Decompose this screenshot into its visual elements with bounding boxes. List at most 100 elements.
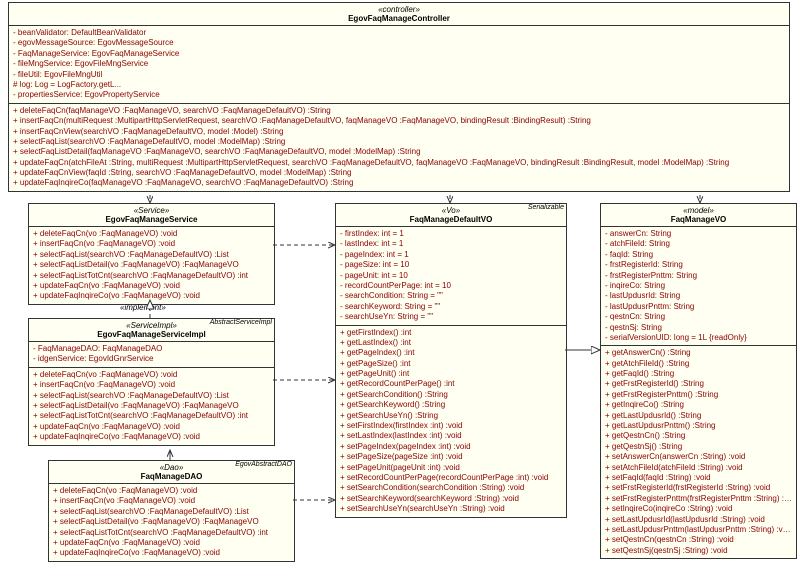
class-name: FaqManageVO bbox=[671, 215, 727, 224]
member: getLastUpdusrPnttm() :String bbox=[605, 421, 792, 431]
member: setQestnCn(qestnCn :String) :void bbox=[605, 535, 792, 545]
class-dao: EgovAbstractDAO «Dao»FaqManageDAO delete… bbox=[48, 460, 295, 562]
member: lastUpdusrId: String bbox=[605, 291, 792, 301]
member: updateFaqCn(vo :FaqManageVO) :void bbox=[53, 538, 290, 548]
member: getSearchCondition() :String bbox=[340, 390, 562, 400]
member: selectFaqList(searchVO :FaqManageDefault… bbox=[33, 391, 270, 401]
member: setPageIndex(pageIndex :int) :void bbox=[340, 442, 562, 452]
member: getAtchFileId() :String bbox=[605, 359, 792, 369]
stereotype: «ServiceImpl» bbox=[126, 321, 177, 330]
member: getPageUnit() :int bbox=[340, 369, 562, 379]
member: deleteFaqCn(vo :FaqManageVO) :void bbox=[33, 370, 270, 380]
member: setSearchCondition(searchCondition :Stri… bbox=[340, 483, 562, 493]
member: idgenService: EgovIdGnrService bbox=[33, 354, 270, 364]
member: selectFaqListDetail(vo :FaqManageVO) :Fa… bbox=[33, 401, 270, 411]
member: setLastIndex(lastIndex :int) :void bbox=[340, 431, 562, 441]
ops-section: getFirstIndex() :intgetLastIndex() :int g… bbox=[336, 326, 566, 517]
class-name: EgovFaqManageController bbox=[348, 14, 450, 23]
attrs-section: FaqManageDAO: FaqManageDAOidgenService: … bbox=[29, 342, 274, 368]
member: updateFaqCn(atchFileAt :String, multiReq… bbox=[13, 158, 785, 168]
member: updateFaqInqireCo(vo :FaqManageVO) :void bbox=[33, 291, 270, 301]
member: beanValidator: DefaultBeanValidator bbox=[13, 28, 785, 38]
member: getFaqId() :String bbox=[605, 369, 792, 379]
member: selectFaqList(searchVO :FaqManageDefault… bbox=[33, 250, 270, 260]
member: lastUpdusrPnttm: String bbox=[605, 302, 792, 312]
member: getQestnSj() :String bbox=[605, 442, 792, 452]
member: getPageSize() :int bbox=[340, 359, 562, 369]
member: searchUseYn: String = "" bbox=[340, 312, 562, 322]
ops-section: deleteFaqCn(vo :FaqManageVO) :voidinsert… bbox=[49, 484, 294, 561]
member: deleteFaqCn(faqManageVO :FaqManageVO, se… bbox=[13, 106, 785, 116]
member: updateFaqCnView(faqId :String, searchVO … bbox=[13, 168, 785, 178]
class-name: FaqManageDefaultVO bbox=[410, 215, 493, 224]
implement-label: «implement» bbox=[120, 303, 166, 312]
interface-label: AbstractServiceImpl bbox=[207, 318, 275, 327]
member: insertFaqCn(vo :FaqManageVO) :void bbox=[53, 496, 290, 506]
member: atchFileId: String bbox=[605, 239, 792, 249]
member: setSearchKeyword(searchKeyword :String) … bbox=[340, 494, 562, 504]
stereotype: «Dao» bbox=[160, 463, 184, 472]
class-name: EgovFaqManageServiceImpl bbox=[97, 330, 205, 339]
member: getLastUpdusrId() :String bbox=[605, 411, 792, 421]
member: frstRegisterId: String bbox=[605, 260, 792, 270]
member: setSearchUseYn(searchUseYn :String) :voi… bbox=[340, 504, 562, 514]
class-vo: Serializable «Vo»FaqManageDefaultVO firs… bbox=[335, 203, 567, 518]
member: FaqManageDAO: FaqManageDAO bbox=[33, 344, 270, 354]
member: getAnswerCn() :String bbox=[605, 348, 792, 358]
member: serialVersionUID: long = 1L {readOnly} bbox=[605, 333, 792, 343]
member: searchCondition: String = "" bbox=[340, 291, 562, 301]
member: getQestnCn() :String bbox=[605, 431, 792, 441]
member: updateFaqInqireCo(faqManageVO :FaqManage… bbox=[13, 178, 785, 188]
member: propertiesService: EgovPropertyService bbox=[13, 90, 785, 100]
member: setRecordCountPerPage(recordCountPerPage… bbox=[340, 473, 562, 483]
member: deleteFaqCn(vo :FaqManageVO) :void bbox=[53, 486, 290, 496]
member: setAtchFileId(atchFileId :String) :void bbox=[605, 463, 792, 473]
member: getRecordCountPerPage() :int bbox=[340, 379, 562, 389]
class-controller: «controller»EgovFaqManageController bean… bbox=[8, 2, 790, 192]
member: setFrstRegisterPnttm(frstRegisterPnttm :… bbox=[605, 494, 792, 504]
member: insertFaqCn(vo :FaqManageVO) :void bbox=[33, 239, 270, 249]
member: selectFaqListTotCnt(searchVO :FaqManageD… bbox=[33, 411, 270, 421]
class-service: «Service»EgovFaqManageService deleteFaqC… bbox=[28, 203, 275, 305]
member: pageSize: int = 10 bbox=[340, 260, 562, 270]
class-model: «model»FaqManageVO answerCn: StringatchF… bbox=[600, 203, 797, 559]
member: log: Log = LogFactory.getL... bbox=[13, 80, 785, 90]
interface-label: Serializable bbox=[525, 203, 567, 212]
stereotype: «model» bbox=[683, 206, 714, 215]
ops-section: deleteFaqCn(vo :FaqManageVO) :voidinsert… bbox=[29, 368, 274, 445]
member: selectFaqList(searchVO :FaqManageDefault… bbox=[13, 137, 785, 147]
member: getSearchKeyword() :String bbox=[340, 400, 562, 410]
member: fileUtil: EgovFileMngUtil bbox=[13, 70, 785, 80]
member: getFrstRegisterId() :String bbox=[605, 379, 792, 389]
member: updateFaqInqireCo(vo :FaqManageVO) :void bbox=[33, 432, 270, 442]
member: faqId: String bbox=[605, 250, 792, 260]
member: updateFaqCn(vo :FaqManageVO) :void bbox=[33, 422, 270, 432]
member: updateFaqInqireCo(vo :FaqManageVO) :void bbox=[53, 548, 290, 558]
member: firstIndex: int = 1 bbox=[340, 229, 562, 239]
member: selectFaqListDetail(vo :FaqManageVO) :Fa… bbox=[33, 260, 270, 270]
attrs-section: firstIndex: int = 1lastIndex: int = 1 pag… bbox=[336, 227, 566, 326]
member: egovMessageSource: EgovMessageSource bbox=[13, 38, 785, 48]
member: insertFaqCn(vo :FaqManageVO) :void bbox=[33, 380, 270, 390]
member: deleteFaqCn(vo :FaqManageVO) :void bbox=[33, 229, 270, 239]
member: setLastUpdusrId(lastUpdusrId :String) :v… bbox=[605, 515, 792, 525]
ops-section: deleteFaqCn(faqManageVO :FaqManageVO, se… bbox=[9, 104, 789, 191]
member: qestnCn: String bbox=[605, 312, 792, 322]
attrs-section: answerCn: StringatchFileId: StringfaqId:… bbox=[601, 227, 796, 346]
member: getFirstIndex() :int bbox=[340, 328, 562, 338]
member: getLastIndex() :int bbox=[340, 338, 562, 348]
member: insertFaqCnView(searchVO :FaqManageDefau… bbox=[13, 127, 785, 137]
member: getFrstRegisterPnttm() :String bbox=[605, 390, 792, 400]
member: setQestnSj(qestnSj :String) :void bbox=[605, 546, 792, 556]
stereotype: «Service» bbox=[134, 206, 170, 215]
member: setInqireCo(inqireCo :String) :void bbox=[605, 504, 792, 514]
member: searchKeyword: String = "" bbox=[340, 302, 562, 312]
class-name: EgovFaqManageService bbox=[105, 215, 197, 224]
member: recordCountPerPage: int = 10 bbox=[340, 281, 562, 291]
stereotype: «controller» bbox=[378, 5, 420, 14]
member: lastIndex: int = 1 bbox=[340, 239, 562, 249]
member: setFirstIndex(firstIndex :int) :void bbox=[340, 421, 562, 431]
member: setPageUnit(pageUnit :int) :void bbox=[340, 463, 562, 473]
member: updateFaqCn(vo :FaqManageVO) :void bbox=[33, 281, 270, 291]
member: selectFaqList(searchVO :FaqManageDefault… bbox=[53, 507, 290, 517]
